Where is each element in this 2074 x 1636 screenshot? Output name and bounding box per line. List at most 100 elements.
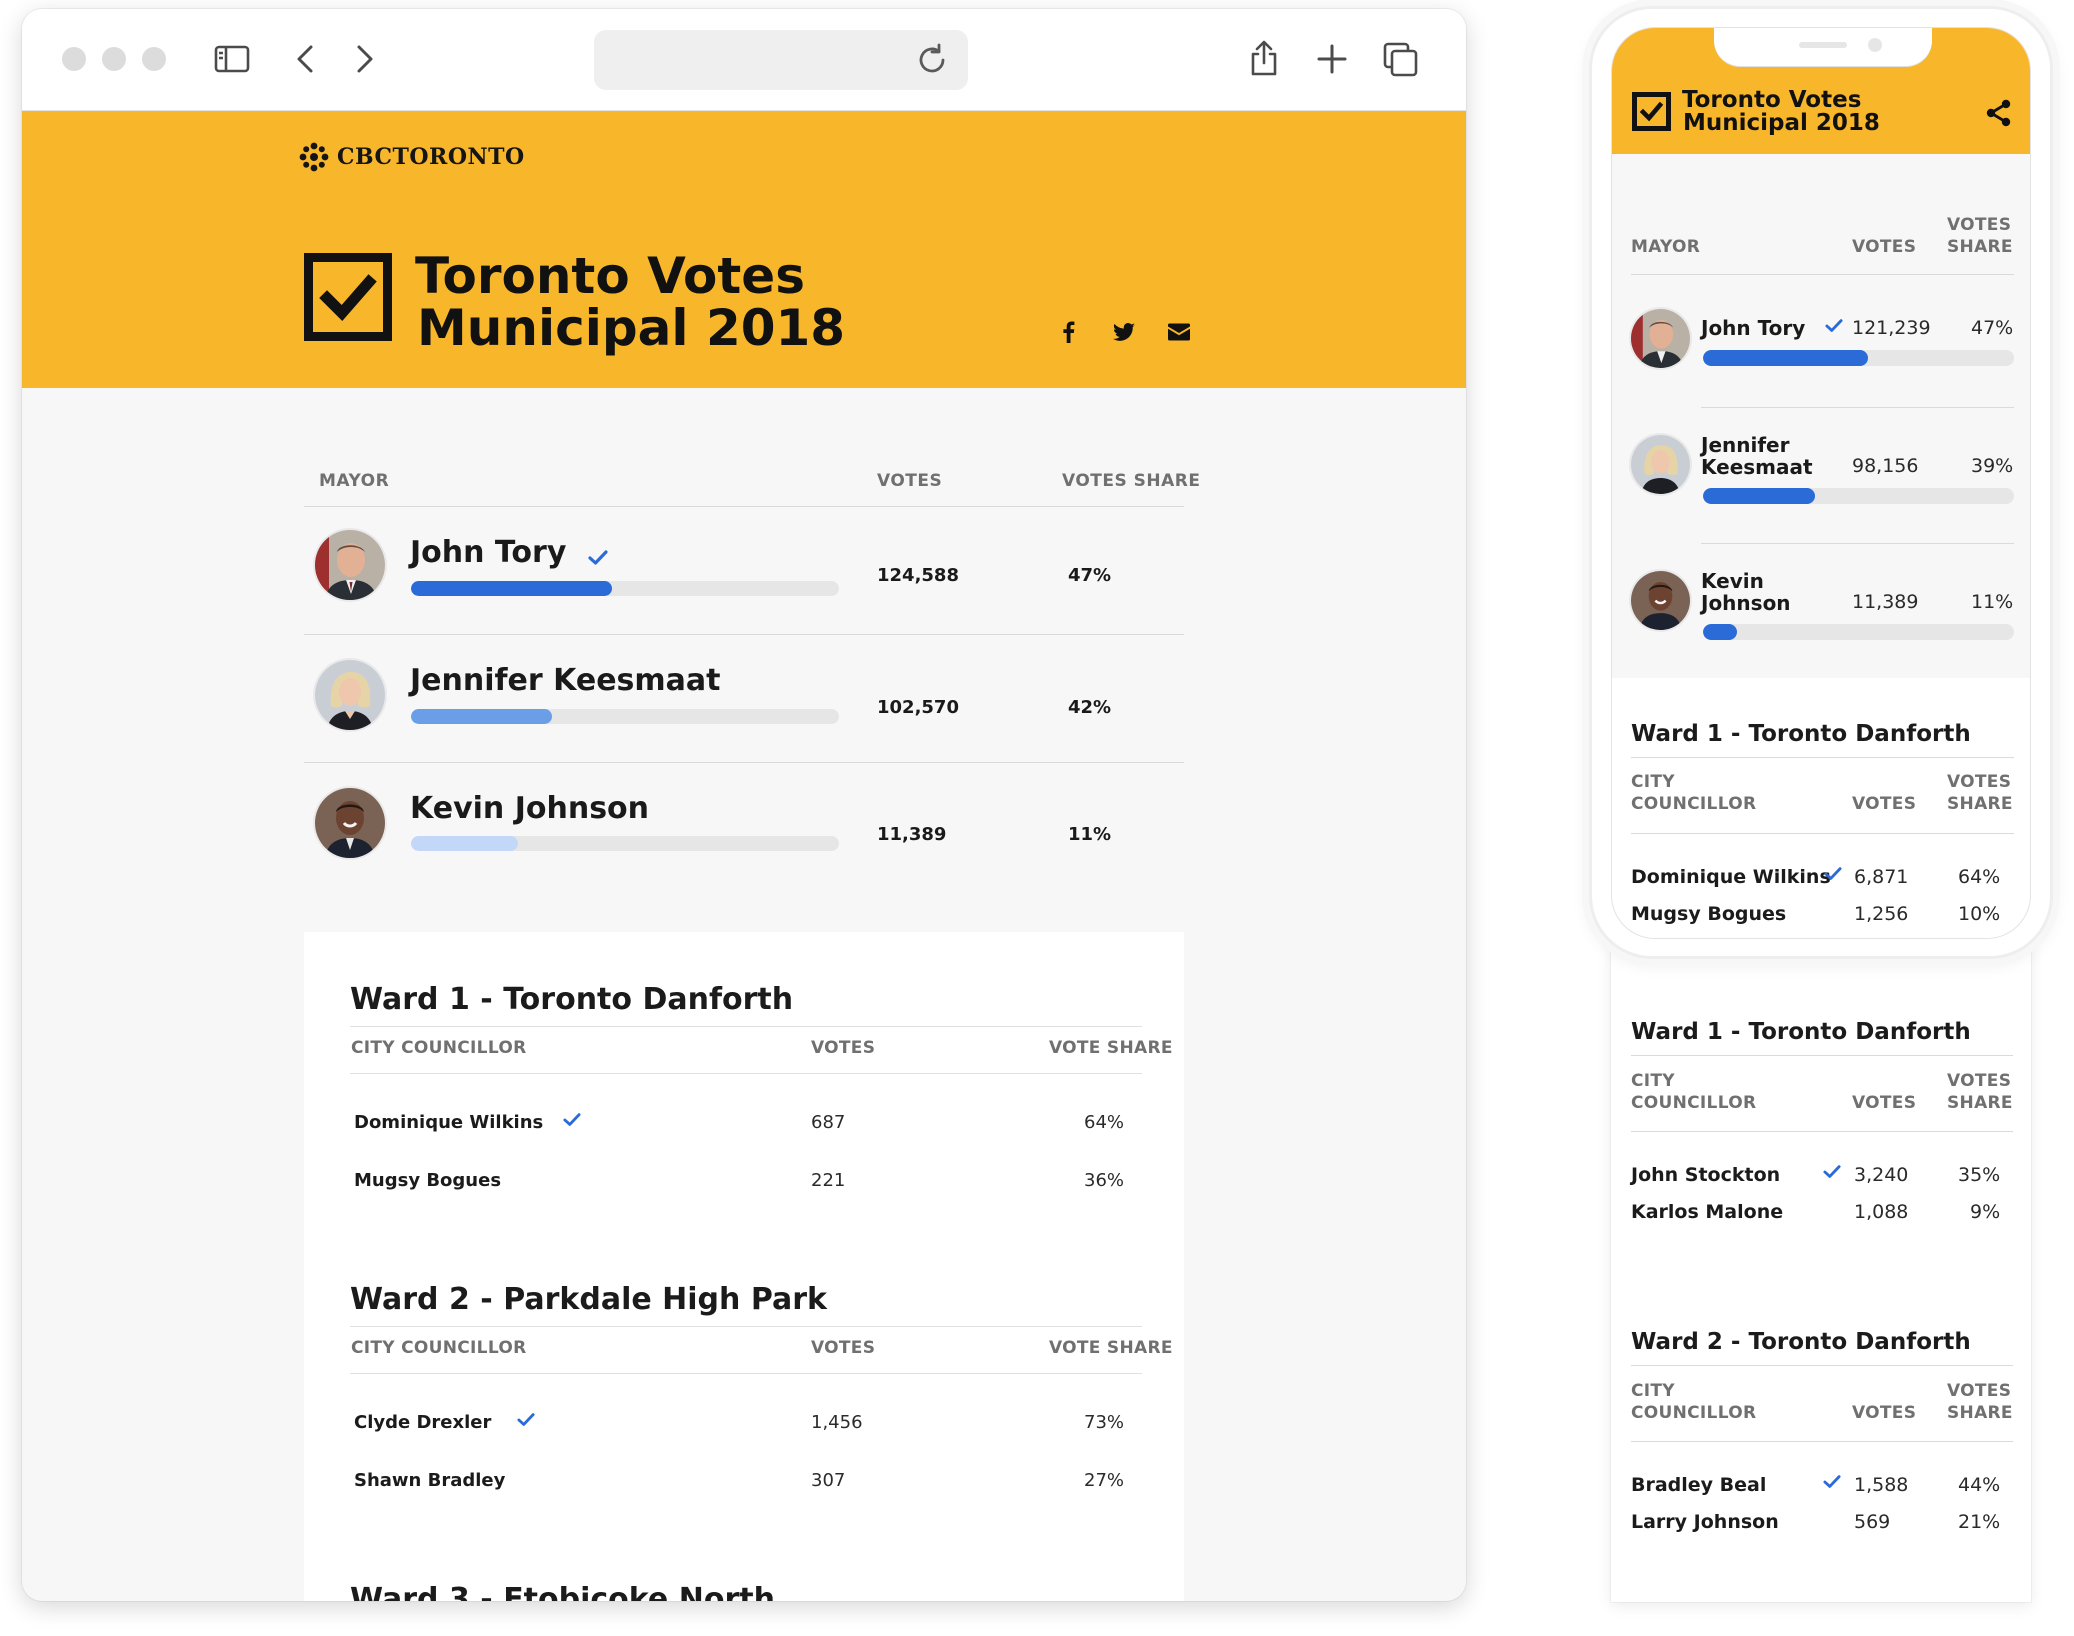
votes-column-header: VOTES (877, 471, 943, 491)
vote-share-bar (411, 836, 839, 851)
ward-title: Ward 3 - Etobicoke North (350, 1582, 775, 1601)
mayor-column-header: MAYOR (319, 471, 390, 491)
councillor-name: John Stockton (1631, 1164, 1781, 1186)
avatar-kevin-johnson (315, 788, 385, 858)
share-column-header-line-2: SHARE (1947, 237, 2013, 257)
cbc-gem-icon (299, 142, 329, 172)
ward-divider (1631, 1131, 2013, 1132)
ward-divider (350, 1373, 1142, 1374)
forward-icon[interactable] (344, 39, 384, 79)
winner-check-icon (1822, 1474, 1842, 1490)
share-value: 10% (1958, 903, 2001, 925)
avatar-jennifer-keesmaat (315, 660, 385, 730)
votes-value: 1,088 (1854, 1201, 1909, 1223)
cbc-logo[interactable]: CBCTORONTO (299, 140, 525, 174)
councillor-column-header-line-2: COUNCILLOR (1631, 794, 1757, 814)
share-column-header-line-2: SHARE (1947, 1403, 2013, 1423)
site-header: CBCTORONTO Toronto Votes Municipal 2018 (22, 111, 1466, 388)
twitter-icon[interactable] (1111, 319, 1137, 345)
votes-column-header: VOTES (1852, 1093, 1917, 1113)
sidebar-icon[interactable] (212, 39, 252, 79)
browser-toolbar (22, 9, 1466, 111)
ward-divider (1631, 757, 2014, 758)
votes-column-header: VOTES (1852, 794, 1917, 814)
vote-share-bar-fill (1703, 488, 1815, 504)
share-value: 36% (1084, 1170, 1125, 1191)
votes-value: 687 (811, 1112, 846, 1133)
window-minimize-button[interactable] (102, 47, 126, 71)
ward-divider (350, 1073, 1142, 1074)
window-close-button[interactable] (62, 47, 86, 71)
new-tab-icon[interactable] (1312, 39, 1352, 79)
votes-value: 102,570 (877, 697, 959, 718)
ward-divider (350, 1326, 1142, 1327)
ward-divider (1631, 833, 2014, 834)
facebook-icon[interactable] (1056, 319, 1082, 345)
councillor-name: Larry Johnson (1631, 1511, 1779, 1533)
email-icon[interactable] (1166, 319, 1192, 345)
vote-share-bar (1703, 624, 2014, 640)
winner-check-icon (516, 1412, 536, 1428)
councillor-column-header-line-1: CITY (1631, 1071, 1675, 1091)
share-column-header-line-1: VOTES (1947, 772, 2012, 792)
vote-share-bar (1703, 488, 2014, 504)
winner-check-icon (1824, 318, 1844, 334)
share-value: 44% (1958, 1474, 2001, 1496)
share-column-header: VOTE SHARE (1049, 1038, 1173, 1058)
mobile-site-header: Toronto Votes Municipal 2018 (1612, 28, 2030, 154)
share-value: 47% (1971, 317, 2014, 339)
page-title-line-1: Toronto Votes (415, 247, 805, 305)
share-column-header-line-2: SHARE (1947, 794, 2013, 814)
votes-value: 98,156 (1852, 455, 1919, 477)
votes-value: 1,588 (1854, 1474, 1909, 1496)
candidate-name-line-2: Keesmaat (1701, 455, 1813, 479)
councillor-column-header-line-1: CITY (1631, 1381, 1675, 1401)
winner-check-icon (587, 549, 609, 567)
councillor-column-header-line-1: CITY (1631, 772, 1675, 792)
window-zoom-button[interactable] (142, 47, 166, 71)
councillor-name: Clyde Drexler (354, 1412, 492, 1433)
councillor-name: Mugsy Bogues (1631, 903, 1787, 925)
votes-column-header: VOTES (1852, 1403, 1917, 1423)
mobile-title-line-1: Toronto Votes (1682, 87, 1862, 113)
tabs-icon[interactable] (1380, 39, 1420, 79)
share-value: 42% (1068, 697, 1112, 718)
ward-title: Ward 1 - Toronto Danforth (1631, 721, 1971, 747)
share-value: 27% (1084, 1470, 1125, 1491)
share-value: 21% (1958, 1511, 2001, 1533)
share-value: 11% (1971, 591, 2014, 613)
votes-value: 569 (1854, 1511, 1891, 1533)
vote-share-bar-fill (411, 581, 613, 596)
ballot-checkbox-icon (1632, 92, 1671, 131)
vote-share-bar (411, 709, 839, 724)
phone-notch (1714, 28, 1932, 66)
address-bar[interactable] (594, 30, 968, 90)
candidate-name-line-1: John Tory (1701, 316, 1806, 340)
reload-icon[interactable] (912, 40, 952, 80)
share-icon[interactable] (1244, 39, 1284, 79)
table-divider (304, 506, 1184, 507)
avatar-john-tory (315, 530, 385, 600)
councillor-name: Shawn Bradley (354, 1470, 506, 1491)
back-icon[interactable] (286, 39, 326, 79)
councillor-name: Dominique Wilkins (1631, 866, 1831, 888)
ballot-checkbox-icon (304, 253, 392, 341)
councillor-name: Bradley Beal (1631, 1474, 1767, 1496)
votes-value: 1,256 (1854, 903, 1909, 925)
candidate-name-line-1: Kevin (1701, 569, 1764, 593)
share-icon[interactable] (1984, 98, 2014, 128)
votes-column-header: VOTES (811, 1338, 876, 1358)
share-column-header-line-2: SHARE (1947, 1093, 2013, 1113)
share-value: 11% (1068, 824, 1112, 845)
brand-name: CBCTORONTO (337, 144, 525, 170)
ward-divider (1631, 1365, 2013, 1366)
votes-column-header: VOTES (811, 1038, 876, 1058)
councillor-column-header: CITY COUNCILLOR (351, 1338, 527, 1358)
wards-card: Ward 1 - Toronto Danforth CITY COUNCILLO… (304, 932, 1184, 1601)
candidate-name-line-1: Jennifer (1701, 433, 1790, 457)
ward-title: Ward 2 - Toronto Danforth (1631, 1329, 1971, 1355)
share-value: 64% (1958, 866, 2001, 888)
avatar-jennifer-keesmaat (1631, 435, 1690, 494)
candidate-name: Jennifer Keesmaat (410, 663, 721, 698)
councillor-column-header-line-2: COUNCILLOR (1631, 1093, 1757, 1113)
